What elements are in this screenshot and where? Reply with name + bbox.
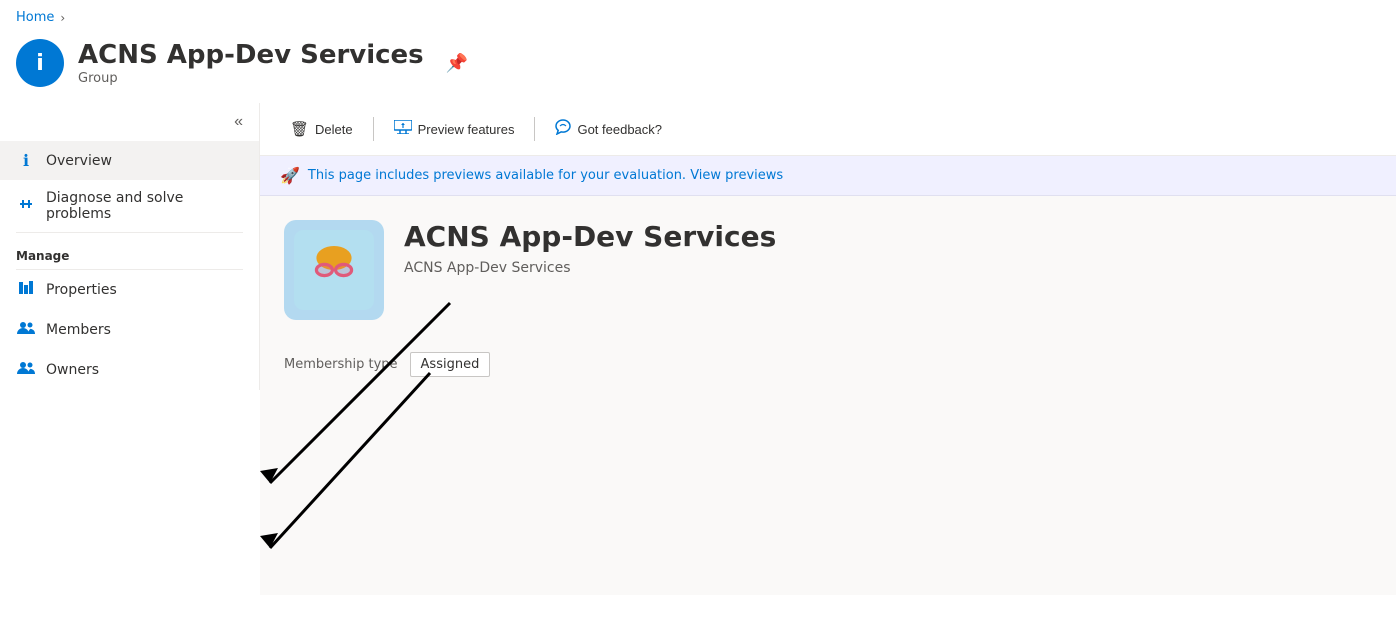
toolbar: 🗑 Delete Preview features — [260, 103, 1396, 156]
sidebar-label-diagnose: Diagnose and solve problems — [46, 190, 243, 222]
sidebar-section-manage: Manage — [0, 233, 259, 269]
preview-features-button[interactable]: Preview features — [384, 114, 525, 144]
feedback-button[interactable]: Got feedback? — [545, 113, 672, 145]
resource-subtitle: ACNS App-Dev Services — [404, 260, 776, 276]
rocket-icon: 🚀 — [280, 166, 300, 185]
toolbar-separator-2 — [534, 117, 535, 141]
feedback-icon — [555, 119, 571, 139]
toolbar-separator-1 — [373, 117, 374, 141]
sidebar-collapse-button[interactable]: « — [228, 111, 249, 133]
page-title: ACNS App-Dev Services — [78, 40, 424, 71]
delete-label: Delete — [315, 122, 353, 137]
sidebar-item-overview[interactable]: ℹ Overview — [0, 141, 259, 180]
preview-banner: 🚀 This page includes previews available … — [260, 156, 1396, 196]
sidebar-item-members[interactable]: Members — [0, 310, 259, 350]
page-header-text: ACNS App-Dev Services Group — [78, 40, 424, 86]
sidebar-item-owners[interactable]: Owners — [0, 350, 259, 390]
resource-card: ACNS App-Dev Services ACNS App-Dev Servi… — [284, 220, 1372, 320]
members-icon — [16, 320, 36, 340]
breadcrumb-separator: › — [60, 11, 65, 25]
delete-icon: 🗑 — [290, 120, 309, 138]
delete-button[interactable]: 🗑 Delete — [280, 114, 363, 144]
resource-section: ACNS App-Dev Services ACNS App-Dev Servi… — [260, 196, 1396, 336]
breadcrumb-home[interactable]: Home — [16, 10, 54, 25]
meta-row: Membership type Assigned — [260, 336, 1396, 393]
breadcrumb: Home › — [0, 0, 1396, 31]
sidebar-wrapper: « ℹ Overview Diagnose and solve problems — [0, 103, 260, 595]
membership-type-value: Assigned — [410, 352, 491, 377]
sidebar-label-owners: Owners — [46, 362, 99, 378]
preview-label: Preview features — [418, 122, 515, 137]
sidebar: « ℹ Overview Diagnose and solve problems — [0, 103, 260, 390]
main-layout: « ℹ Overview Diagnose and solve problems — [0, 103, 1396, 595]
main-content: 🗑 Delete Preview features — [260, 103, 1396, 595]
resource-logo — [284, 220, 384, 320]
page-header: i ACNS App-Dev Services Group 📌 — [0, 31, 1396, 103]
resource-title: ACNS App-Dev Services — [404, 220, 776, 254]
sidebar-collapse-area: « — [0, 107, 259, 141]
sidebar-item-diagnose[interactable]: Diagnose and solve problems — [0, 180, 259, 232]
info-icon: i — [36, 51, 44, 76]
swimmer-illustration — [294, 230, 374, 310]
resource-info: ACNS App-Dev Services ACNS App-Dev Servi… — [404, 220, 776, 276]
pin-icon[interactable]: 📌 — [446, 53, 468, 74]
page-header-icon: i — [16, 39, 64, 87]
properties-icon — [16, 280, 36, 300]
membership-type-label: Membership type — [284, 357, 398, 372]
overview-icon: ℹ — [16, 151, 36, 170]
preview-banner-link[interactable]: This page includes previews available fo… — [308, 168, 783, 183]
feedback-label: Got feedback? — [577, 122, 662, 137]
sidebar-label-properties: Properties — [46, 282, 117, 298]
diagnose-icon — [16, 196, 36, 216]
sidebar-label-overview: Overview — [46, 153, 112, 169]
sidebar-label-members: Members — [46, 322, 111, 338]
owners-icon — [16, 360, 36, 380]
preview-icon — [394, 120, 412, 138]
page-subtitle: Group — [78, 71, 424, 86]
sidebar-item-properties[interactable]: Properties — [0, 270, 259, 310]
